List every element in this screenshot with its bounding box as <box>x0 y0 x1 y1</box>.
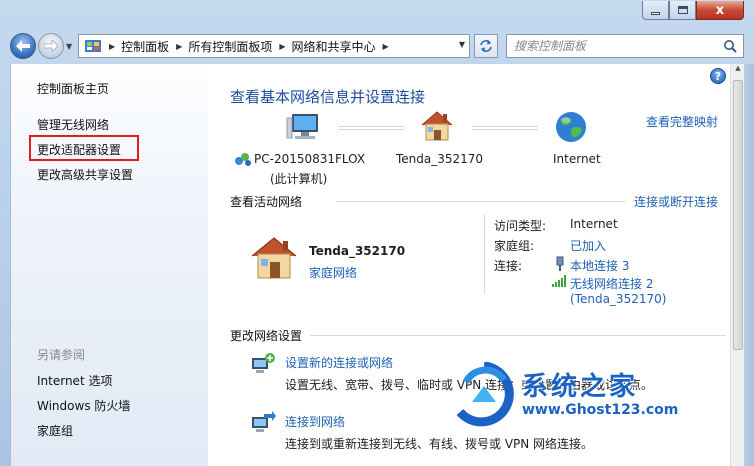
connect-disconnect-link[interactable]: 连接或断开连接 <box>634 193 718 210</box>
minimize-button[interactable] <box>642 1 669 20</box>
connections-label: 连接: <box>494 259 523 273</box>
help-icon[interactable]: ? <box>710 68 726 84</box>
internet-label: Internet <box>553 152 601 166</box>
search-input[interactable] <box>514 39 724 53</box>
computer-sub-label: (此计算机) <box>270 172 328 186</box>
home-network-icon <box>251 237 297 279</box>
navigation-bar: ▼ ▶ 控制面板 ▶ 所有控制面板项 ▶ 网络和共享中心 ▶ ▼ <box>0 30 754 63</box>
highlight-box <box>29 135 139 161</box>
task-new-connection-link[interactable]: 设置新的连接或网络 <box>285 354 393 371</box>
refresh-button[interactable] <box>474 34 498 58</box>
wifi-signal-icon <box>552 275 566 287</box>
change-settings-heading: 更改网络设置 <box>230 329 303 343</box>
connection-wireless-ssid[interactable]: (Tenda_352170) <box>570 292 666 306</box>
forward-button[interactable] <box>38 33 64 59</box>
title-bar: x <box>0 0 754 30</box>
homegroup-label: 家庭组: <box>494 239 535 253</box>
back-button[interactable] <box>10 33 36 59</box>
search-box[interactable] <box>506 34 744 58</box>
network-type-link[interactable]: 家庭网络 <box>309 264 357 281</box>
access-type-value: Internet <box>570 217 618 231</box>
watermark-logo <box>456 361 514 427</box>
see-also-heading: 另请参阅 <box>37 348 86 362</box>
watermark-url: www.Ghost123.com <box>522 402 679 418</box>
explorer-window: x ▼ ▶ 控制面板 ▶ 所有控制面板项 ▶ 网络和共享中心 ▶ ▼ 搜索控制面… <box>0 0 754 466</box>
breadcrumb-separator-icon[interactable]: ▶ <box>109 42 115 51</box>
task-connect-network-desc: 连接到或重新连接到无线、有线、拨号或 VPN 网络连接。 <box>285 437 594 451</box>
details-divider <box>484 214 485 294</box>
sidebar-item-manage-wireless[interactable]: 管理无线网络 <box>37 116 109 133</box>
scroll-up-arrow-icon[interactable]: ▲ <box>733 64 743 78</box>
connect-network-icon <box>252 411 276 432</box>
breadcrumb-control-panel[interactable]: 控制面板 <box>121 38 169 55</box>
back-arrow-icon <box>16 40 30 52</box>
section-divider <box>310 335 726 336</box>
connection-local-link[interactable]: 本地连接 3 <box>570 257 629 274</box>
maximize-button[interactable] <box>669 1 696 20</box>
connection-line <box>338 126 404 130</box>
breadcrumb-separator-icon[interactable]: ▶ <box>176 42 182 51</box>
window-frame <box>744 64 754 466</box>
network-name: Tenda_352170 <box>309 244 406 258</box>
breadcrumb-separator-icon[interactable]: ▶ <box>383 42 389 51</box>
breadcrumb-network-center[interactable]: 网络和共享中心 <box>292 38 376 55</box>
breadcrumb-all-items[interactable]: 所有控制面板项 <box>188 38 272 55</box>
control-panel-icon <box>84 39 102 53</box>
refresh-icon <box>480 40 492 52</box>
homegroup-link[interactable]: 已加入 <box>570 237 606 254</box>
sidebar-home-link[interactable]: 控制面板主页 <box>37 80 109 97</box>
sidebar-item-advanced-sharing[interactable]: 更改高级共享设置 <box>37 166 133 183</box>
see-also-homegroup[interactable]: 家庭组 <box>37 422 73 439</box>
connection-line <box>472 126 538 130</box>
section-divider <box>336 201 626 202</box>
vertical-scrollbar[interactable]: ▲ <box>730 64 744 466</box>
forward-arrow-icon <box>44 40 58 52</box>
see-also-internet-options[interactable]: Internet 选项 <box>37 372 112 389</box>
internet-globe-icon[interactable] <box>554 110 588 144</box>
close-button[interactable]: x <box>696 1 744 20</box>
close-icon: x <box>715 2 725 18</box>
breadcrumb-separator-icon[interactable]: ▶ <box>279 42 285 51</box>
router-name: Tenda_352170 <box>396 152 484 166</box>
minimize-icon <box>651 12 660 15</box>
task-connect-network-link[interactable]: 连接到网络 <box>285 413 345 430</box>
address-dropdown-icon[interactable]: ▼ <box>459 40 465 49</box>
new-connection-icon <box>252 353 275 373</box>
address-bar[interactable]: ▶ 控制面板 ▶ 所有控制面板项 ▶ 网络和共享中心 ▶ ▼ <box>78 34 470 58</box>
home-router-icon[interactable] <box>418 108 456 144</box>
watermark: 系统之家 www.Ghost123.com <box>452 361 712 432</box>
page-title: 查看基本网络信息并设置连接 <box>230 88 426 106</box>
see-also-firewall[interactable]: Windows 防火墙 <box>37 397 130 414</box>
ethernet-icon <box>556 256 564 271</box>
maximize-icon <box>677 6 688 14</box>
search-icon[interactable] <box>723 39 737 53</box>
computer-name: PC-20150831FLOX <box>254 152 366 166</box>
access-type-label: 访问类型: <box>494 219 547 233</box>
see-full-map-link[interactable]: 查看完整映射 <box>646 113 718 130</box>
task-sidebar: 控制面板主页 管理无线网络 更改适配器设置 更改高级共享设置 另请参阅 Inte… <box>10 64 208 466</box>
network-status-icon <box>235 153 251 166</box>
recent-pages-dropdown-icon[interactable]: ▼ <box>66 42 72 51</box>
connection-wireless-link[interactable]: 无线网络连接 2 <box>570 275 653 292</box>
scroll-thumb[interactable] <box>733 80 743 350</box>
active-networks-heading: 查看活动网络 <box>230 195 303 209</box>
watermark-brand: 系统之家 <box>522 372 639 402</box>
computer-icon[interactable] <box>286 110 322 146</box>
